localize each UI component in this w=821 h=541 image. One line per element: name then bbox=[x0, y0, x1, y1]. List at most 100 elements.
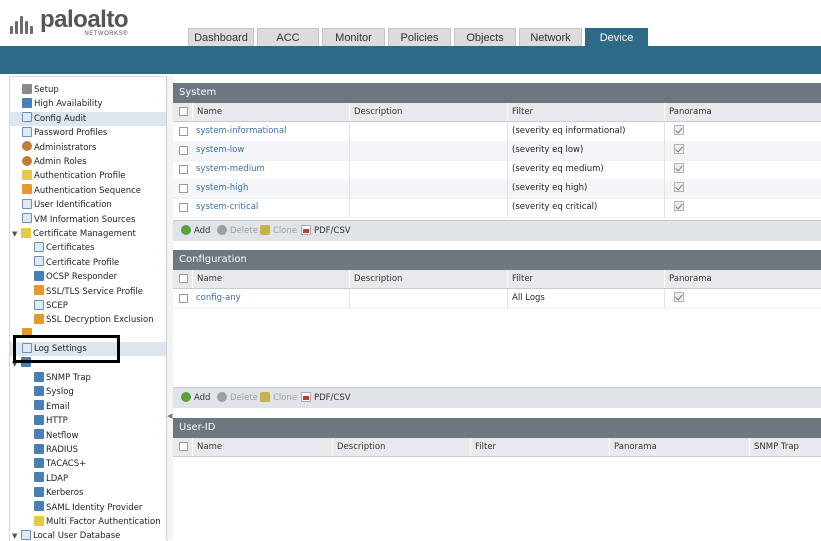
auth-profile-icon bbox=[22, 169, 32, 180]
tab-device[interactable]: Device bbox=[585, 28, 648, 46]
row-checkbox[interactable] bbox=[179, 203, 188, 212]
tree-item-ssl-decryption-exclusion[interactable]: SSL Decryption Exclusion bbox=[10, 313, 167, 327]
tree-item-radius[interactable]: RADIUS bbox=[10, 443, 167, 457]
tab-objects[interactable]: Objects bbox=[454, 28, 516, 46]
tab-network[interactable]: Network bbox=[519, 28, 582, 46]
table-row[interactable]: system-medium (severity eq medium) bbox=[173, 160, 821, 180]
tree-item-scep[interactable]: SCEP bbox=[10, 299, 167, 313]
tab-monitor[interactable]: Monitor bbox=[322, 28, 385, 46]
system-col-description[interactable]: Description bbox=[349, 103, 507, 121]
tree-item-multi-factor-authentication[interactable]: Multi Factor Authentication bbox=[10, 515, 167, 529]
row-checkbox[interactable] bbox=[179, 146, 188, 155]
system-pdf-button[interactable]: PDF/CSV bbox=[301, 221, 351, 241]
cell-name[interactable]: system-low bbox=[192, 141, 349, 160]
table-row[interactable]: system-low (severity eq low) bbox=[173, 141, 821, 161]
tab-policies[interactable]: Policies bbox=[388, 28, 451, 46]
system-clone-button[interactable]: Clone bbox=[260, 221, 297, 241]
row-checkbox[interactable] bbox=[179, 184, 188, 193]
row-checkbox[interactable] bbox=[179, 165, 188, 174]
userid-col-panorama[interactable]: Panorama bbox=[609, 438, 749, 456]
paloalto-logo-icon bbox=[10, 12, 34, 34]
tab-acc[interactable]: ACC bbox=[257, 28, 319, 46]
tree-item-label: HTTP bbox=[46, 416, 68, 427]
tree-item-ssl-tls-service-profile[interactable]: SSL/TLS Service Profile bbox=[10, 285, 167, 299]
tree-item-netflow[interactable]: Netflow bbox=[10, 429, 167, 443]
tree-item-tacacs-[interactable]: TACACS+ bbox=[10, 457, 167, 471]
configuration-col-name[interactable]: Name bbox=[192, 270, 349, 288]
cell-filter: (severity eq low) bbox=[507, 141, 664, 160]
row-checkbox[interactable] bbox=[179, 294, 188, 303]
system-delete-button[interactable]: Delete bbox=[217, 221, 258, 241]
userid-col-name[interactable]: Name bbox=[192, 438, 332, 456]
row-checkbox[interactable] bbox=[179, 127, 188, 136]
userid-col-description[interactable]: Description bbox=[332, 438, 470, 456]
tree-item-high-availability[interactable]: High Availability bbox=[10, 97, 167, 111]
role-icon bbox=[22, 155, 32, 166]
tree-item-http[interactable]: HTTP bbox=[10, 414, 167, 428]
cell-name[interactable]: system-critical bbox=[192, 198, 349, 217]
tree-item-admin-roles[interactable]: Admin Roles bbox=[10, 155, 167, 169]
expand-triangle-icon[interactable]: ▼ bbox=[12, 529, 21, 541]
cell-filter: (severity eq informational) bbox=[507, 122, 664, 141]
tree-item-ldap[interactable]: LDAP bbox=[10, 472, 167, 486]
clone-icon bbox=[260, 224, 270, 235]
tree-item-label: Certificates bbox=[46, 243, 95, 254]
expand-triangle-icon[interactable]: ▼ bbox=[12, 227, 21, 241]
table-row[interactable]: config-any All Logs bbox=[173, 289, 821, 309]
cell-name[interactable]: system-medium bbox=[192, 160, 349, 179]
tree-item-certificates[interactable]: Certificates bbox=[10, 241, 167, 255]
configuration-delete-button[interactable]: Delete bbox=[217, 388, 258, 408]
panorama-check-icon bbox=[674, 125, 684, 135]
table-row[interactable]: system-critical (severity eq critical) bbox=[173, 198, 821, 218]
system-col-name[interactable]: Name bbox=[192, 103, 349, 121]
system-col-panorama[interactable]: Panorama bbox=[664, 103, 821, 121]
configuration-col-panorama[interactable]: Panorama bbox=[664, 270, 821, 288]
configuration-clone-button[interactable]: Clone bbox=[260, 388, 297, 408]
tree-item-label: Syslog bbox=[46, 387, 74, 398]
tree-item-authentication-sequence[interactable]: Authentication Sequence bbox=[10, 184, 167, 198]
configuration-add-button[interactable]: Add bbox=[181, 388, 210, 408]
tree-item-password-profiles[interactable]: Password Profiles bbox=[10, 126, 167, 140]
configuration-col-description[interactable]: Description bbox=[349, 270, 507, 288]
configuration-col-filter[interactable]: Filter bbox=[507, 270, 664, 288]
tree-item-local-user-database[interactable]: ▼ Local User Database bbox=[10, 529, 167, 541]
tree-item-syslog[interactable]: Syslog bbox=[10, 385, 167, 399]
tree-item-certificate-profile[interactable]: Certificate Profile bbox=[10, 256, 167, 270]
tree-item-label: SSL Decryption Exclusion bbox=[46, 315, 154, 326]
ocsp-icon bbox=[34, 270, 44, 281]
tree-item-email[interactable]: Email bbox=[10, 400, 167, 414]
system-panel: System Name Description Filter Panorama sys… bbox=[173, 83, 821, 241]
table-row[interactable]: system-informational (severity eq informa… bbox=[173, 122, 821, 142]
cert-mgmt-icon bbox=[21, 227, 31, 238]
system-select-all-checkbox[interactable] bbox=[179, 107, 188, 116]
configuration-pdf-button[interactable]: PDF/CSV bbox=[301, 388, 351, 408]
tree-item-vm-information-sources[interactable]: VM Information Sources bbox=[10, 213, 167, 227]
tree-item-saml-identity-provider[interactable]: SAML Identity Provider bbox=[10, 501, 167, 515]
cell-name[interactable]: system-high bbox=[192, 179, 349, 198]
user-id-icon bbox=[22, 198, 32, 209]
auth-sequence-icon bbox=[22, 184, 32, 195]
table-row[interactable]: system-high (severity eq high) bbox=[173, 179, 821, 199]
userid-col-snmp-trap[interactable]: SNMP Trap bbox=[749, 438, 821, 456]
tree-item-snmp-trap[interactable]: SNMP Trap bbox=[10, 371, 167, 385]
userid-select-all-checkbox[interactable] bbox=[179, 442, 188, 451]
configuration-select-all-checkbox[interactable] bbox=[179, 274, 188, 283]
system-col-filter[interactable]: Filter bbox=[507, 103, 664, 121]
cell-name[interactable]: system-informational bbox=[192, 122, 349, 141]
cell-name[interactable]: config-any bbox=[192, 289, 349, 308]
tree-item-config-audit[interactable]: Config Audit bbox=[10, 111, 167, 126]
tree-item-user-identification[interactable]: User Identification bbox=[10, 198, 167, 212]
tree-item-ocsp-responder[interactable]: OCSP Responder bbox=[10, 270, 167, 284]
tree-item-administrators[interactable]: Administrators bbox=[10, 141, 167, 155]
userid-col-filter[interactable]: Filter bbox=[470, 438, 609, 456]
tab-dashboard[interactable]: Dashboard bbox=[188, 28, 254, 46]
collapse-arrow-icon[interactable]: ◀ bbox=[167, 412, 172, 420]
cell-panorama bbox=[664, 122, 821, 141]
tree-item-label: Authentication Profile bbox=[34, 171, 126, 182]
tree-item-setup[interactable]: Setup bbox=[10, 83, 167, 97]
system-add-button[interactable]: Add bbox=[181, 221, 210, 241]
tree-item-kerberos[interactable]: Kerberos bbox=[10, 486, 167, 500]
tree-item-certificate-management[interactable]: ▼ Certificate Management bbox=[10, 227, 167, 241]
panorama-check-icon bbox=[674, 182, 684, 192]
tree-item-authentication-profile[interactable]: Authentication Profile bbox=[10, 169, 167, 183]
